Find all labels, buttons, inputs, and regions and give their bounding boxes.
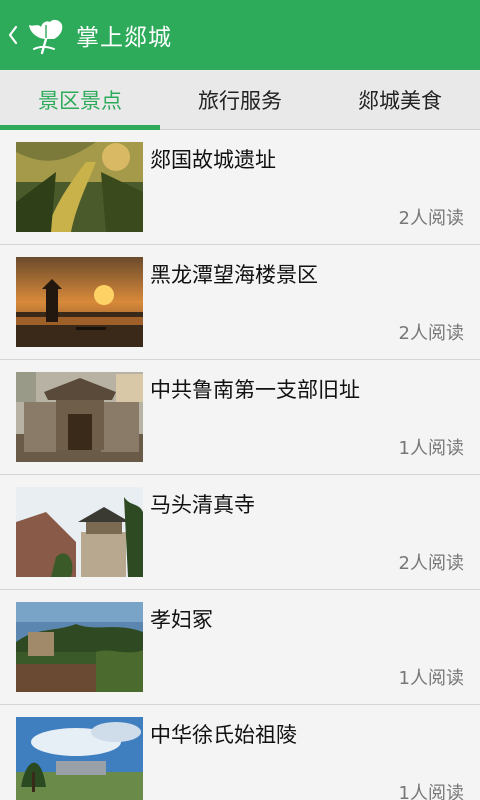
ginkgo-leaf-logo: [29, 19, 63, 55]
item-title: 郯国故城遗址: [150, 148, 276, 172]
item-thumbnail: [16, 602, 143, 692]
app-title: 掌上郯城: [76, 25, 172, 51]
chevron-left-icon: [8, 25, 18, 45]
tab-travel-services[interactable]: 旅行服务: [160, 70, 320, 130]
item-thumbnail: [16, 372, 143, 462]
category-tabs: 景区景点 旅行服务 郯城美食: [0, 70, 480, 130]
list-item[interactable]: 马头清真寺 2人阅读: [0, 475, 480, 590]
app-root: 掌上郯城 景区景点 旅行服务 郯城美食 郯国故城遗址 2人阅读 黑龙潭望海楼景区…: [0, 0, 480, 800]
tab-scenic-spots[interactable]: 景区景点: [0, 70, 160, 130]
back-button[interactable]: [2, 0, 24, 70]
app-header: 掌上郯城: [0, 0, 480, 70]
list-item[interactable]: 郯国故城遗址 2人阅读: [0, 130, 480, 245]
item-title: 中华徐氏始祖陵: [150, 723, 297, 747]
list-item[interactable]: 中共鲁南第一支部旧址 1人阅读: [0, 360, 480, 475]
item-title: 孝妇冢: [150, 608, 213, 632]
item-title: 中共鲁南第一支部旧址: [150, 378, 360, 402]
item-title: 黑龙潭望海楼景区: [150, 263, 318, 287]
list-item[interactable]: 黑龙潭望海楼景区 2人阅读: [0, 245, 480, 360]
item-thumbnail: [16, 142, 143, 232]
item-read-count: 1人阅读: [398, 438, 464, 459]
item-thumbnail: [16, 487, 143, 577]
item-read-count: 2人阅读: [398, 208, 464, 229]
attraction-list: 郯国故城遗址 2人阅读 黑龙潭望海楼景区 2人阅读 中共鲁南第一支部旧址 1人阅…: [0, 130, 480, 800]
list-item[interactable]: 孝妇冢 1人阅读: [0, 590, 480, 705]
item-title: 马头清真寺: [150, 493, 255, 517]
item-read-count: 1人阅读: [398, 668, 464, 689]
item-read-count: 2人阅读: [398, 323, 464, 344]
item-read-count: 1人阅读: [398, 783, 464, 800]
tab-local-food[interactable]: 郯城美食: [320, 70, 480, 130]
item-thumbnail: [16, 257, 143, 347]
item-thumbnail: [16, 717, 143, 800]
item-read-count: 2人阅读: [398, 553, 464, 574]
list-item[interactable]: 中华徐氏始祖陵 1人阅读: [0, 705, 480, 800]
